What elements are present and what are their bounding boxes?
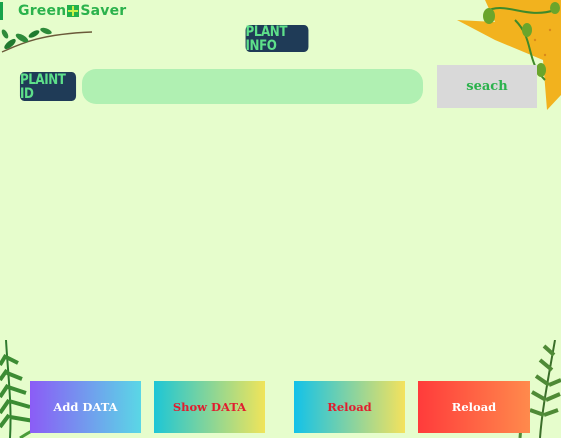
logo-text-saver: Saver [80,3,127,19]
search-button[interactable]: seach [437,65,537,108]
logo-accent-bar [0,2,3,20]
show-data-button[interactable]: Show DATA [154,381,265,433]
logo-text-green: Green [18,3,67,19]
page-title: PLANT INFO [245,25,309,53]
reload-button-1[interactable]: Reload [294,381,405,433]
app-logo: Green Saver [18,3,126,19]
plus-square-icon [67,5,80,17]
add-data-button[interactable]: Add DATA [30,381,141,433]
plant-id-label: PLAINT ID [19,72,77,101]
top-left-vine-icon [1,27,93,53]
plant-id-input[interactable] [82,69,423,104]
reload-button-2[interactable]: Reload [418,381,530,433]
